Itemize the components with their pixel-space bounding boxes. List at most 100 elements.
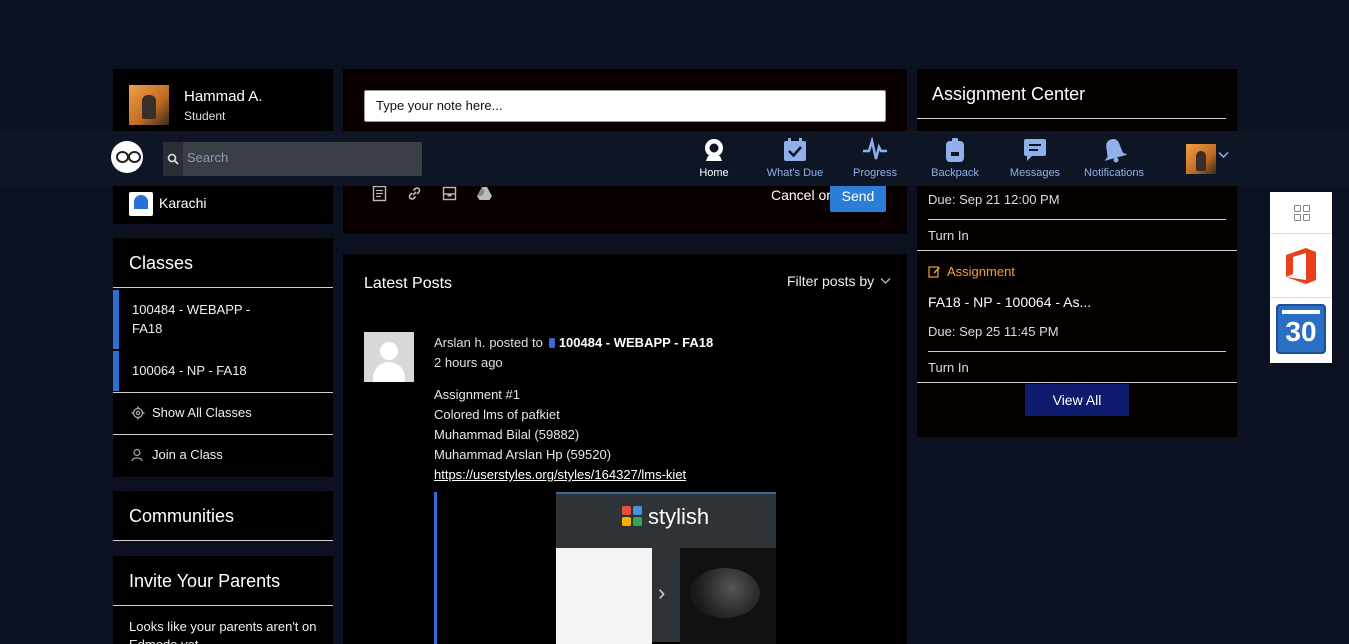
divider xyxy=(1270,233,1332,234)
post-link[interactable]: https://userstyles.org/styles/164327/lms… xyxy=(434,465,686,485)
divider xyxy=(917,382,1237,383)
post-header: Arslan h. posted to 100484 - WEBAPP - FA… xyxy=(434,335,713,350)
class-item-label: 100064 - NP - FA18 xyxy=(132,363,247,378)
divider xyxy=(113,434,333,435)
communities-title: Communities xyxy=(129,506,235,526)
chevron-down-icon xyxy=(880,277,891,285)
divider xyxy=(113,605,333,606)
divider xyxy=(113,287,333,288)
post-body: Assignment #1 Colored lms of pafkiet Muh… xyxy=(434,385,686,485)
preview-dark-screenshot xyxy=(680,548,776,644)
account-avatar[interactable] xyxy=(1186,144,1216,174)
home-icon xyxy=(705,139,723,161)
profile-card[interactable]: Hammad A. Student xyxy=(113,69,333,131)
apps-panel: 30 xyxy=(1270,192,1332,363)
nav-messages[interactable]: Messages xyxy=(1006,137,1064,179)
class-item-np[interactable]: 100064 - NP - FA18 xyxy=(113,351,333,391)
post-line: Muhammad Bilal (59882) xyxy=(434,427,580,442)
nav-home-label: Home xyxy=(699,167,729,179)
divider xyxy=(1270,297,1332,298)
message-icon xyxy=(1024,139,1046,161)
assignment-type: Assignment xyxy=(928,264,1015,279)
edit-icon xyxy=(928,266,941,278)
link-preview-image[interactable]: stylish › xyxy=(556,492,776,644)
link-icon[interactable] xyxy=(406,185,423,202)
show-all-classes-label: Show All Classes xyxy=(152,405,252,420)
assignment-due: Due: Sep 25 11:45 PM xyxy=(928,324,1059,339)
search-box[interactable]: Search xyxy=(163,142,422,176)
search-icon xyxy=(163,142,183,176)
assignment-center-title: Assignment Center xyxy=(932,84,1086,104)
cancel-link[interactable]: Cancel or xyxy=(771,187,831,203)
post-author[interactable]: Arslan h. xyxy=(434,335,485,350)
join-class-label: Join a Class xyxy=(152,447,223,462)
turn-in-link[interactable]: Turn In xyxy=(928,228,969,243)
post-group-link[interactable]: 100484 - WEBAPP - FA18 xyxy=(559,335,713,350)
nav-progress-label: Progress xyxy=(852,167,898,179)
divider xyxy=(917,250,1237,251)
nav-whats-due-label: What's Due xyxy=(766,167,824,179)
nav-backpack-label: Backpack xyxy=(931,167,979,179)
invite-parents-title: Invite Your Parents xyxy=(129,571,281,591)
nav-messages-label: Messages xyxy=(1009,167,1061,179)
nav-whats-due[interactable]: What's Due xyxy=(764,137,826,179)
filter-posts-label: Filter posts by xyxy=(787,273,875,289)
google-drive-icon[interactable] xyxy=(476,185,493,202)
divider xyxy=(928,219,1226,220)
user-add-icon xyxy=(131,448,143,461)
edmodo-logo-icon[interactable] xyxy=(111,141,143,173)
note-tools xyxy=(371,185,493,202)
latest-posts-title: Latest Posts xyxy=(364,275,453,292)
chevron-down-icon[interactable] xyxy=(1218,151,1229,159)
apps-grid-icon[interactable] xyxy=(1294,205,1310,221)
assignment-name[interactable]: FA18 - NP - 100064 - As... xyxy=(928,294,1091,310)
group-color-icon xyxy=(548,337,555,348)
assignment-center-card: Assignment Center Due: Sep 21 12:00 PM T… xyxy=(917,69,1237,437)
turn-in-link[interactable]: Turn In xyxy=(928,360,969,375)
post-author-avatar[interactable] xyxy=(364,332,414,382)
post-time: 2 hours ago xyxy=(434,355,503,370)
post-line: Muhammad Arslan Hp (59520) xyxy=(434,447,612,462)
communities-card: Communities xyxy=(113,491,333,541)
nav-notifications[interactable]: Notifications xyxy=(1082,137,1146,179)
backpack-attach-icon[interactable] xyxy=(441,185,458,202)
calendar-check-icon xyxy=(784,138,806,161)
nav-progress[interactable]: Progress xyxy=(850,137,900,179)
show-all-classes-link[interactable]: Show All Classes xyxy=(131,405,252,420)
join-class-link[interactable]: Join a Class xyxy=(131,447,223,462)
post-line: Assignment #1 xyxy=(434,387,520,402)
calendar-day: 30 xyxy=(1285,316,1317,347)
class-item-label: 100484 - WEBAPP - xyxy=(132,302,251,317)
assignment-type-label: Assignment xyxy=(947,264,1015,279)
profile-avatar[interactable] xyxy=(129,85,169,125)
preview-brand: stylish xyxy=(648,504,710,529)
stylish-logo-icon xyxy=(622,506,642,526)
assignment-due: Due: Sep 21 12:00 PM xyxy=(928,192,1060,207)
divider xyxy=(917,118,1226,119)
divider xyxy=(113,392,333,393)
invite-parents-text: Looks like your parents aren't on Edmodo… xyxy=(129,619,317,644)
assignment-icon[interactable] xyxy=(371,185,388,202)
nav-backpack[interactable]: Backpack xyxy=(928,137,982,179)
profile-name[interactable]: Hammad A. xyxy=(184,88,262,105)
school-card[interactable]: Karachi xyxy=(113,186,333,224)
calendar-app-icon[interactable]: 30 xyxy=(1276,304,1326,354)
note-input[interactable]: Type your note here... xyxy=(364,90,886,122)
classes-card: Classes 100484 - WEBAPP - FA18 100064 - … xyxy=(113,238,333,477)
school-logo-icon xyxy=(129,192,153,216)
class-item-webapp[interactable]: 100484 - WEBAPP - FA18 xyxy=(113,290,333,349)
divider xyxy=(113,540,333,541)
nav-notifications-label: Notifications xyxy=(1084,167,1144,179)
calendar-top-bar xyxy=(1282,310,1320,314)
office-icon[interactable] xyxy=(1284,247,1318,285)
pulse-icon xyxy=(863,137,887,160)
school-name[interactable]: Karachi xyxy=(159,195,206,211)
search-input[interactable]: Search xyxy=(187,150,228,165)
view-all-button[interactable]: View All xyxy=(1025,384,1129,416)
filter-posts-dropdown[interactable]: Filter posts by xyxy=(787,273,891,289)
preview-light-screenshot xyxy=(556,548,652,644)
divider xyxy=(928,351,1226,352)
chevron-right-icon: › xyxy=(658,580,666,605)
nav-home[interactable]: Home xyxy=(694,137,734,179)
post-posted-to: posted to xyxy=(489,335,543,350)
